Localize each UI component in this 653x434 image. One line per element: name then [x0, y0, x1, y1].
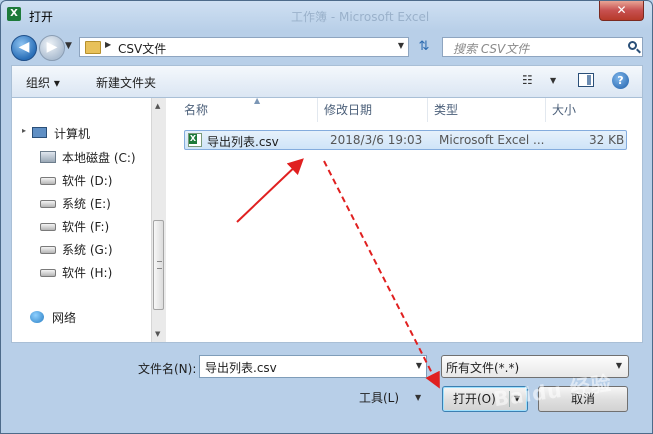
- view-options-icon[interactable]: ☷: [522, 73, 533, 87]
- cancel-button[interactable]: 取消: [538, 386, 628, 412]
- close-button[interactable]: ✕: [599, 1, 644, 21]
- nav-item-label: 系统 (G:): [62, 243, 113, 257]
- drive-icon: [40, 223, 56, 231]
- folder-icon: [85, 41, 101, 54]
- address-dropdown-icon[interactable]: ▼: [398, 41, 404, 50]
- nav-item-label: 软件 (F:): [62, 220, 110, 234]
- breadcrumb-chevron-icon[interactable]: ▶: [105, 40, 111, 49]
- window-title: 打开: [29, 10, 54, 24]
- nav-item-label: 软件 (H:): [62, 266, 113, 280]
- filename-value: 导出列表.csv: [205, 361, 277, 375]
- scrollbar-thumb[interactable]: [153, 220, 164, 310]
- file-size: 32 KB: [589, 133, 625, 147]
- scroll-up-arrow-icon[interactable]: ▲: [155, 102, 160, 110]
- search-placeholder: 搜索 CSV文件: [453, 42, 530, 56]
- arrow-right-icon: ▶: [46, 39, 58, 55]
- computer-icon: [32, 127, 47, 138]
- drive-icon: [40, 246, 56, 254]
- file-type-dropdown-icon[interactable]: ▼: [616, 361, 622, 370]
- organize-menu-button[interactable]: 组织 ▾: [26, 74, 60, 91]
- refresh-button[interactable]: ⇅: [413, 37, 435, 57]
- navigation-pane-scrollbar[interactable]: ▲ ▼: [151, 98, 166, 342]
- address-bar[interactable]: ▶ CSV文件 ▼: [79, 37, 409, 57]
- nav-item-label: 系统 (E:): [62, 197, 111, 211]
- nav-item-label: 软件 (D:): [62, 174, 113, 188]
- navigation-bar: ◀ ▶ ▼ ▶ CSV文件 ▼ ⇅ 搜索 CSV文件: [1, 31, 652, 63]
- nav-item-label: 网络: [52, 311, 77, 325]
- navigation-pane: ▸ 计算机 本地磁盘 (C:) 软件 (D:) 系统 (E:) 软件 (F:): [12, 98, 151, 342]
- scroll-down-arrow-icon[interactable]: ▼: [155, 330, 160, 338]
- arrow-left-icon: ◀: [18, 39, 30, 55]
- filename-dropdown-icon[interactable]: ▼: [416, 361, 422, 370]
- tools-menu-button[interactable]: 工具(L): [359, 389, 399, 406]
- file-modified-date: 2018/3/6 19:03: [330, 133, 423, 147]
- drive-icon: [40, 269, 56, 277]
- search-icon[interactable]: [628, 41, 637, 50]
- open-button[interactable]: 打开(O) ▼: [442, 386, 528, 412]
- browser-content: ▸ 计算机 本地磁盘 (C:) 软件 (D:) 系统 (E:) 软件 (F:): [11, 96, 643, 343]
- forward-button[interactable]: ▶: [39, 35, 65, 61]
- open-options-dropdown-icon[interactable]: ▼: [514, 387, 520, 411]
- file-type: Microsoft Excel ...: [439, 133, 545, 147]
- drive-icon: [40, 177, 56, 185]
- network-icon: [30, 311, 44, 323]
- title-bar[interactable]: X 打开 工作簿 - Microsoft Excel ✕: [1, 1, 652, 29]
- open-button-label: 打开(O): [453, 392, 496, 406]
- nav-item-label: 计算机: [54, 127, 91, 141]
- command-toolbar: 组织 ▾ 新建文件夹 ☷ ▼ ?: [11, 65, 643, 97]
- breadcrumb-current-folder[interactable]: CSV文件: [118, 40, 166, 57]
- refresh-icon: ⇅: [418, 39, 430, 54]
- search-input[interactable]: 搜索 CSV文件: [442, 37, 643, 57]
- view-options-dropdown-icon[interactable]: ▼: [550, 76, 556, 85]
- open-file-dialog: X 打开 工作簿 - Microsoft Excel ✕ ◀ ▶ ▼ ▶ CSV…: [0, 0, 653, 434]
- file-row[interactable]: 导出列表.csv 2018/3/6 19:03 Microsoft Excel …: [184, 130, 627, 150]
- file-list: 名称 ▲ 修改日期 类型 大小 导出列表.csv 2018/3/6 19:03 …: [170, 96, 642, 342]
- column-header-name[interactable]: 名称 ▲: [178, 96, 318, 122]
- column-header-type[interactable]: 类型: [428, 98, 546, 122]
- column-header-label: 名称: [184, 103, 209, 117]
- system-drive-icon: [40, 151, 56, 163]
- expand-arrow-icon[interactable]: ▸: [22, 126, 26, 135]
- file-name: 导出列表.csv: [207, 135, 279, 149]
- file-type-value: 所有文件(*.*): [446, 361, 520, 375]
- column-header-date[interactable]: 修改日期: [318, 98, 428, 122]
- recent-locations-dropdown[interactable]: ▼: [65, 41, 72, 51]
- back-button[interactable]: ◀: [11, 35, 37, 61]
- filename-input[interactable]: 导出列表.csv ▼: [199, 355, 427, 378]
- drive-icon: [40, 200, 56, 208]
- new-folder-button[interactable]: 新建文件夹: [96, 74, 156, 91]
- column-header-size[interactable]: 大小: [546, 98, 626, 122]
- background-window-title: 工作簿 - Microsoft Excel: [291, 10, 430, 24]
- nav-item-label: 本地磁盘 (C:): [62, 151, 136, 165]
- excel-app-icon: X: [7, 7, 21, 21]
- help-icon[interactable]: ?: [612, 72, 629, 89]
- excel-csv-file-icon: [188, 133, 202, 147]
- file-type-select[interactable]: 所有文件(*.*) ▼: [441, 355, 629, 378]
- sort-ascending-icon: ▲: [254, 96, 261, 105]
- preview-pane-icon[interactable]: [578, 73, 594, 87]
- tools-dropdown-icon[interactable]: ▼: [415, 393, 421, 402]
- filename-label: 文件名(N):: [138, 362, 197, 376]
